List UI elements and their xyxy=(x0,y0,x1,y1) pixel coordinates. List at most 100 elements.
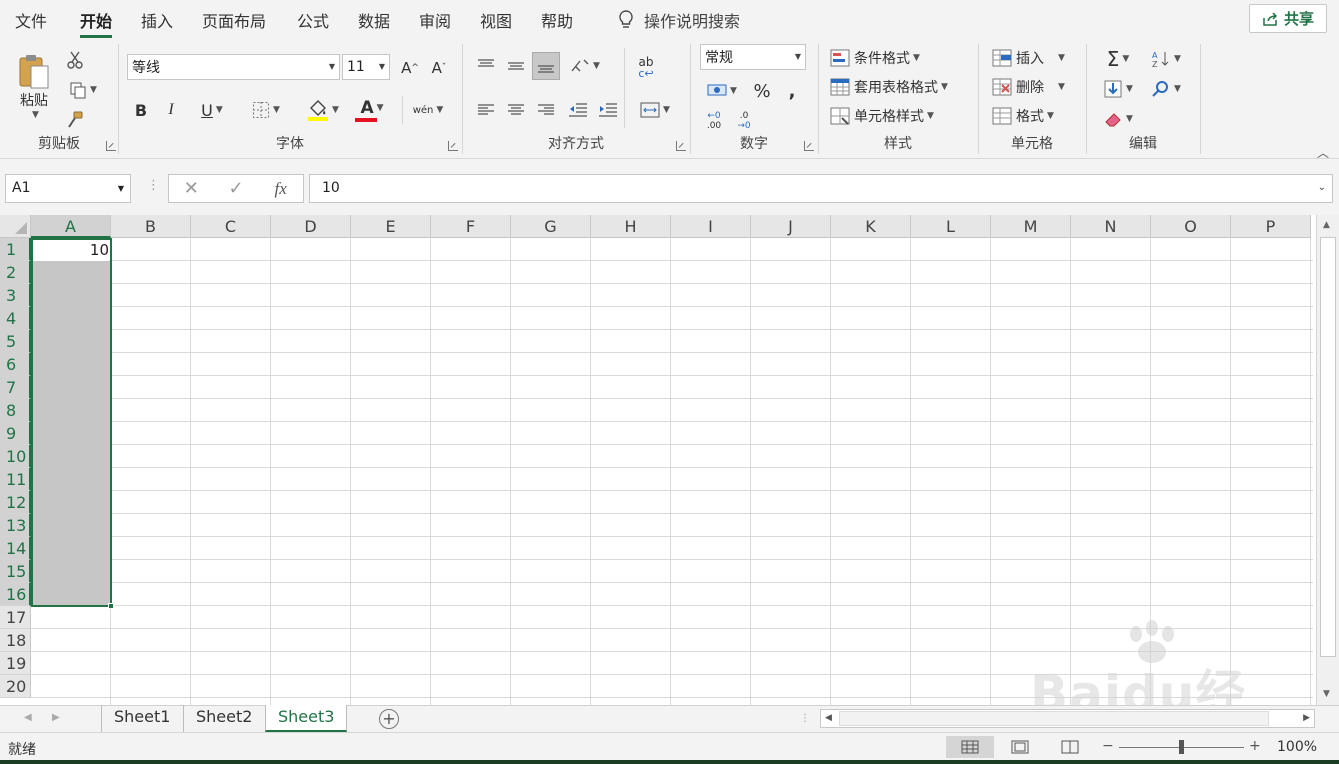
share-button[interactable]: 共享 xyxy=(1249,4,1327,33)
conditional-formatting-button[interactable]: 条件格式 ▼ xyxy=(830,46,920,70)
percent-button[interactable]: % xyxy=(750,78,774,104)
column-header-b[interactable]: B xyxy=(111,215,191,238)
decrease-decimal-button[interactable]: .0 →0 xyxy=(730,108,758,134)
select-all-button[interactable] xyxy=(0,215,31,238)
font-size-select[interactable]: 11 ▼ xyxy=(342,54,390,80)
font-launcher-icon[interactable] xyxy=(448,141,458,151)
collapse-ribbon-icon[interactable]: ︿ xyxy=(1317,144,1329,161)
cancel-icon[interactable]: ✕ xyxy=(169,178,214,199)
sheet-tab-sheet1[interactable]: Sheet1 xyxy=(101,705,182,732)
zoom-level[interactable]: 100% xyxy=(1277,739,1317,755)
tab-insert[interactable]: 插入 xyxy=(141,8,173,32)
add-sheet-button[interactable]: + xyxy=(379,709,399,729)
merge-center-button[interactable]: ▼ xyxy=(632,96,678,124)
paste-button[interactable]: 粘贴 ▼ xyxy=(14,46,54,126)
align-center-button[interactable] xyxy=(502,96,530,124)
insert-function-button[interactable]: fx xyxy=(258,179,303,199)
shrink-font-button[interactable]: Aˇ xyxy=(426,56,452,80)
align-middle-button[interactable] xyxy=(502,52,530,80)
copy-dropdown-icon[interactable]: ▼ xyxy=(90,85,97,95)
row-header-13[interactable]: 13 xyxy=(0,514,31,537)
sort-filter-button[interactable]: AZ ▼ xyxy=(1144,46,1188,72)
row-header-19[interactable]: 19 xyxy=(0,652,31,675)
row-header-1[interactable]: 1 xyxy=(0,238,31,261)
name-box[interactable]: A1 ▼ xyxy=(5,174,131,203)
sheet-tab-sheet2[interactable]: Sheet2 xyxy=(183,705,264,732)
align-bottom-button[interactable] xyxy=(532,52,560,80)
expand-formula-bar-icon[interactable]: ⌄ xyxy=(1318,182,1326,193)
wrap-text-button[interactable]: ab c↩ xyxy=(632,54,660,82)
row-header-5[interactable]: 5 xyxy=(0,330,31,353)
column-header-j[interactable]: J xyxy=(751,215,831,238)
accounting-format-button[interactable]: ▼ xyxy=(700,78,744,104)
tab-page-layout[interactable]: 页面布局 xyxy=(202,8,266,32)
row-header-16[interactable]: 16 xyxy=(0,583,31,606)
delete-cells-button[interactable]: 删除 ▼ xyxy=(992,75,1065,99)
tab-data[interactable]: 数据 xyxy=(358,8,390,32)
row-header-20[interactable]: 20 xyxy=(0,675,31,698)
cut-button[interactable] xyxy=(62,48,88,72)
alignment-launcher-icon[interactable] xyxy=(676,141,686,151)
formula-input[interactable]: 10 ⌄ xyxy=(309,174,1333,203)
cell-styles-button[interactable]: 单元格样式 ▼ xyxy=(830,104,934,128)
paste-dropdown-icon[interactable]: ▼ xyxy=(32,110,39,120)
row-header-6[interactable]: 6 xyxy=(0,353,31,376)
row-header-18[interactable]: 18 xyxy=(0,629,31,652)
column-header-n[interactable]: N xyxy=(1071,215,1151,238)
fill-color-button[interactable]: ▼ xyxy=(300,96,346,124)
italic-button[interactable]: I xyxy=(160,98,182,122)
column-header-e[interactable]: E xyxy=(351,215,431,238)
font-color-button[interactable]: A ▼ xyxy=(350,96,394,124)
increase-indent-button[interactable] xyxy=(594,96,622,124)
row-header-11[interactable]: 11 xyxy=(0,468,31,491)
column-header-d[interactable]: D xyxy=(271,215,351,238)
column-header-g[interactable]: G xyxy=(511,215,591,238)
row-header-3[interactable]: 3 xyxy=(0,284,31,307)
row-header-2[interactable]: 2 xyxy=(0,261,31,284)
column-header-o[interactable]: O xyxy=(1151,215,1231,238)
align-left-button[interactable] xyxy=(472,96,500,124)
vertical-scrollbar[interactable]: ▲ ▼ xyxy=(1316,215,1339,705)
column-header-a[interactable]: A xyxy=(31,215,111,238)
cell-grid[interactable] xyxy=(31,238,1313,705)
tab-review[interactable]: 审阅 xyxy=(419,8,451,32)
underline-button[interactable]: U ▼ xyxy=(190,98,234,122)
row-header-12[interactable]: 12 xyxy=(0,491,31,514)
number-launcher-icon[interactable] xyxy=(804,141,814,151)
orientation-button[interactable]: ▼ xyxy=(564,52,606,80)
fill-handle[interactable] xyxy=(108,603,114,609)
column-header-k[interactable]: K xyxy=(831,215,911,238)
vertical-scroll-thumb[interactable] xyxy=(1320,237,1336,657)
borders-button[interactable]: ▼ xyxy=(244,98,288,122)
horizontal-scrollbar[interactable]: ◀ ▶ xyxy=(820,709,1315,728)
page-break-view-button[interactable] xyxy=(1046,736,1094,758)
grow-font-button[interactable]: A ^ xyxy=(397,56,423,80)
format-cells-button[interactable]: 格式 ▼ xyxy=(992,104,1054,128)
tab-view[interactable]: 视图 xyxy=(480,8,512,32)
tell-me-search[interactable]: 操作说明搜索 xyxy=(618,8,740,32)
normal-view-button[interactable] xyxy=(946,736,994,758)
tab-home[interactable]: 开始 xyxy=(80,8,113,38)
row-header-14[interactable]: 14 xyxy=(0,537,31,560)
column-header-m[interactable]: M xyxy=(991,215,1071,238)
prev-sheet-icon[interactable]: ◀ xyxy=(24,712,32,723)
column-header-f[interactable]: F xyxy=(431,215,511,238)
column-header-i[interactable]: I xyxy=(671,215,751,238)
copy-button[interactable]: ▼ xyxy=(62,78,104,102)
row-header-9[interactable]: 9 xyxy=(0,422,31,445)
zoom-out-button[interactable]: − xyxy=(1102,738,1114,754)
row-header-15[interactable]: 15 xyxy=(0,560,31,583)
scroll-left-icon[interactable]: ◀ xyxy=(825,713,832,723)
enter-icon[interactable]: ✓ xyxy=(214,178,259,199)
row-header-7[interactable]: 7 xyxy=(0,376,31,399)
format-painter-button[interactable] xyxy=(62,108,88,132)
row-header-4[interactable]: 4 xyxy=(0,307,31,330)
clear-button[interactable]: ▼ xyxy=(1096,106,1140,132)
font-name-select[interactable]: 等线 ▼ xyxy=(127,54,340,80)
comma-style-button[interactable]: , xyxy=(780,78,804,104)
column-header-l[interactable]: L xyxy=(911,215,991,238)
column-header-h[interactable]: H xyxy=(591,215,671,238)
clipboard-launcher-icon[interactable] xyxy=(106,141,116,151)
formula-bar-grip-icon[interactable]: ⋮ xyxy=(147,178,160,193)
row-header-17[interactable]: 17 xyxy=(0,606,31,629)
